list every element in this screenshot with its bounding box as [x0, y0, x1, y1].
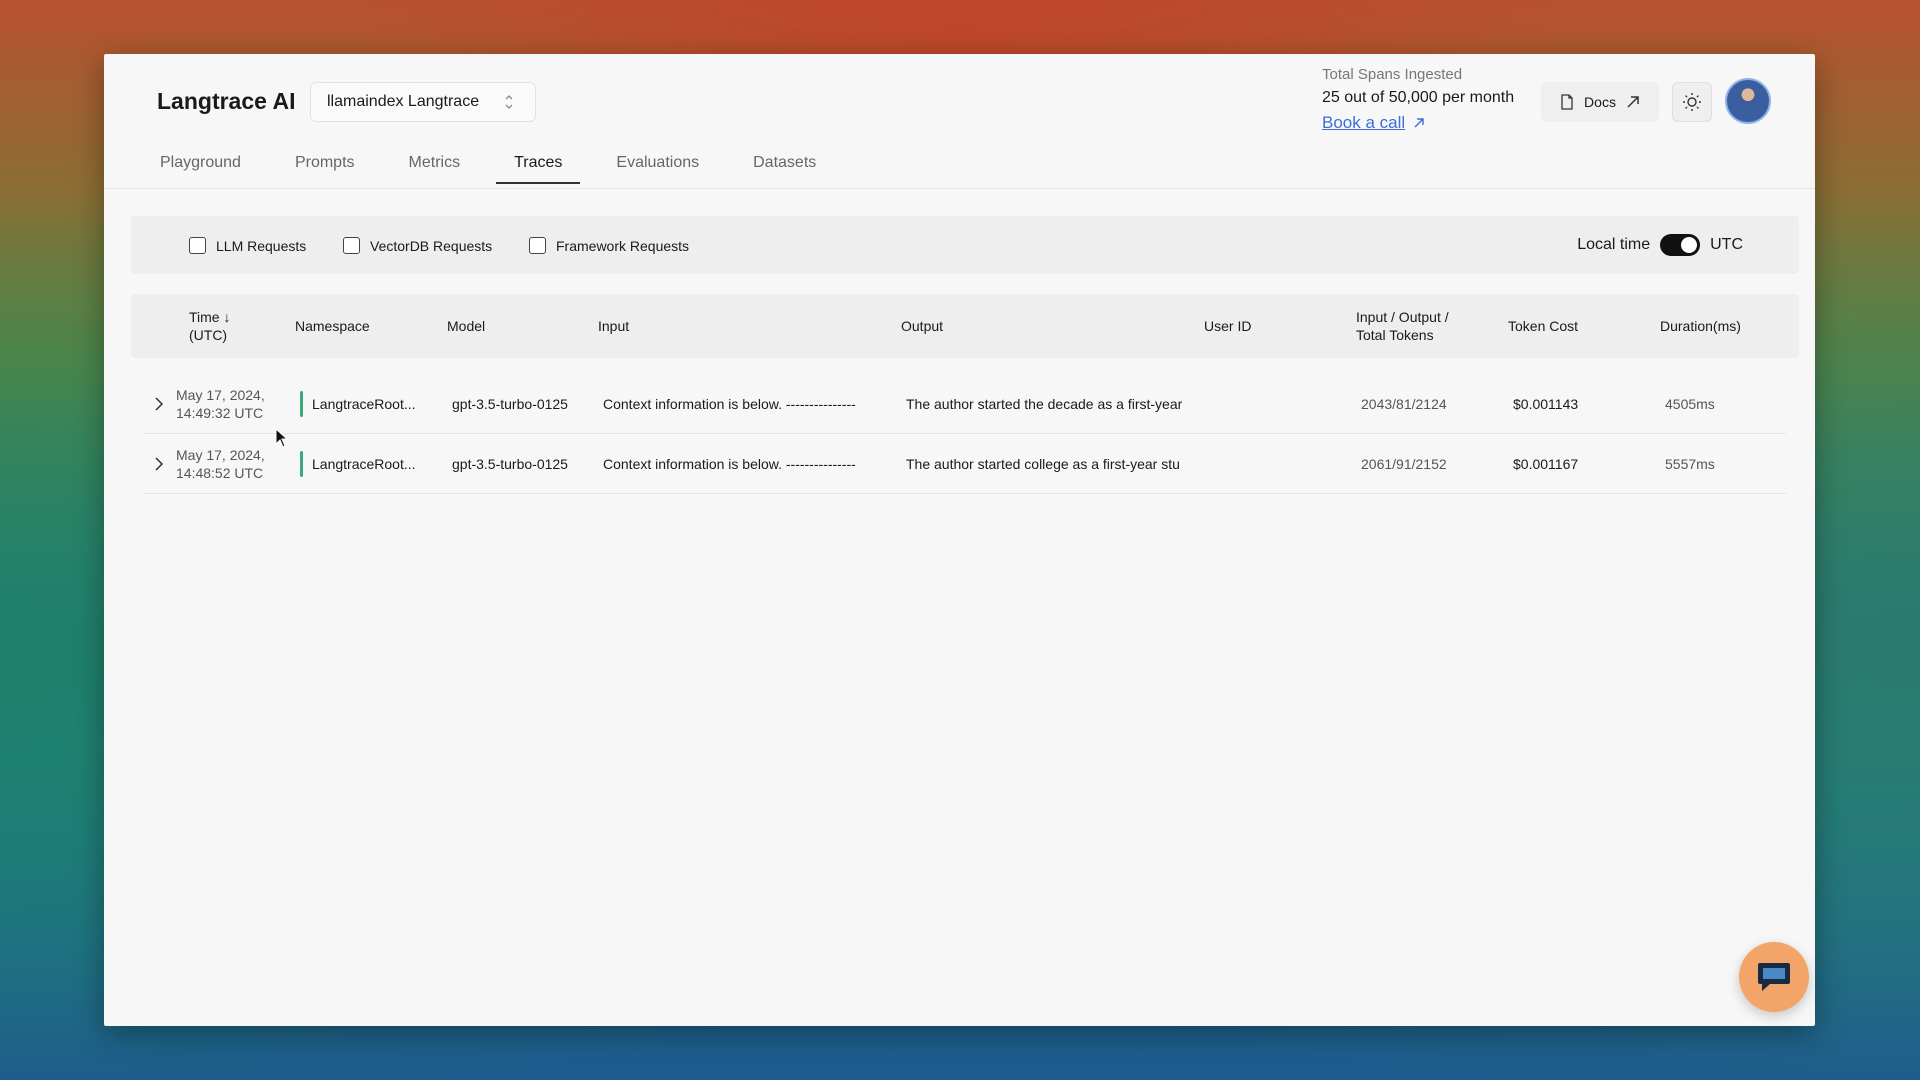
llm-requests-filter[interactable]: LLM Requests	[189, 237, 306, 254]
framework-requests-filter[interactable]: Framework Requests	[529, 237, 689, 254]
llm-requests-label: LLM Requests	[216, 237, 307, 254]
chevron-right-icon[interactable]	[154, 396, 164, 412]
user-avatar[interactable]	[1725, 78, 1771, 124]
tab-traces[interactable]: Traces	[496, 150, 581, 184]
row-model: gpt-3.5-turbo-0125	[452, 396, 568, 412]
theme-toggle-button[interactable]	[1672, 82, 1712, 122]
vectordb-requests-label: VectorDB Requests	[370, 237, 493, 254]
table-header: Time ↓ (UTC) Namespace Model Input Outpu…	[131, 294, 1799, 358]
usage-panel: Total Spans Ingested 25 out of 50,000 pe…	[1322, 66, 1514, 133]
row-model: gpt-3.5-turbo-0125	[452, 456, 568, 472]
book-call-label: Book a call	[1322, 113, 1406, 132]
vectordb-requests-filter[interactable]: VectorDB Requests	[343, 237, 492, 254]
local-time-label: Local time	[1577, 236, 1651, 253]
tab-prompts[interactable]: Prompts	[277, 150, 373, 184]
time-format-toggle: Local time UTC	[1577, 234, 1743, 256]
framework-requests-label: Framework Requests	[556, 237, 690, 254]
llm-requests-checkbox[interactable]	[189, 237, 206, 254]
namespace-color-bar	[300, 451, 303, 477]
table-row[interactable]: May 17, 2024, 14:49:32 UTC LangtraceRoot…	[144, 374, 1786, 434]
utc-label: UTC	[1710, 236, 1743, 253]
filter-bar: LLM Requests VectorDB Requests Framework…	[131, 216, 1799, 274]
table-row[interactable]: May 17, 2024, 14:48:52 UTC LangtraceRoot…	[144, 434, 1786, 494]
utc-switch[interactable]	[1660, 234, 1701, 256]
docs-button[interactable]: Docs	[1541, 82, 1659, 122]
tabs-divider	[104, 188, 1815, 189]
chevron-up-down-icon	[505, 95, 513, 109]
main-tabs: Playground Prompts Metrics Traces Evalua…	[142, 150, 852, 184]
external-arrow-icon	[1627, 96, 1639, 108]
row-tokens: 2043/81/2124	[1361, 396, 1447, 412]
project-select-value: llamaindex Langtrace	[327, 93, 480, 110]
document-icon	[1561, 94, 1573, 110]
duration-column-header: Duration(ms)	[1660, 318, 1741, 334]
usage-label: Total Spans Ingested	[1322, 66, 1463, 83]
row-token-cost: $0.001143	[1513, 396, 1579, 412]
tab-datasets[interactable]: Datasets	[735, 150, 834, 184]
chevron-right-icon[interactable]	[154, 456, 164, 472]
tokens-column-header: Input / Output / Total Tokens	[1356, 309, 1449, 343]
row-namespace: LangtraceRoot...	[300, 434, 440, 494]
row-namespace: LangtraceRoot...	[300, 374, 440, 434]
time-column-header[interactable]: Time ↓ (UTC)	[189, 294, 230, 358]
app-window: Langtrace AI llamaindex Langtrace Total …	[104, 54, 1815, 1026]
row-output: The author started college as a first-ye…	[906, 456, 1180, 472]
row-duration: 4505ms	[1665, 396, 1715, 412]
namespace-column-header: Namespace	[295, 318, 370, 334]
external-arrow-icon	[1414, 118, 1424, 128]
book-call-link[interactable]: Book a call	[1322, 113, 1425, 133]
project-select[interactable]: llamaindex Langtrace	[310, 82, 536, 122]
row-output: The author started the decade as a first…	[906, 396, 1182, 412]
row-tokens: 2061/91/2152	[1361, 456, 1447, 472]
namespace-color-bar	[300, 391, 303, 417]
output-column-header: Output	[901, 318, 944, 334]
vectordb-requests-checkbox[interactable]	[343, 237, 360, 254]
row-input: Context information is below. ----------…	[603, 456, 856, 472]
model-column-header: Model	[447, 318, 486, 334]
row-input: Context information is below. ----------…	[603, 396, 856, 412]
chat-bubble-icon	[1758, 963, 1790, 991]
row-token-cost: $0.001167	[1513, 456, 1579, 472]
row-time: May 17, 2024, 14:48:52 UTC	[176, 447, 265, 481]
tab-evaluations[interactable]: Evaluations	[598, 150, 717, 184]
docs-label: Docs	[1584, 94, 1616, 110]
usage-value: 25 out of 50,000 per month	[1322, 89, 1515, 106]
row-time: May 17, 2024, 14:49:32 UTC	[176, 387, 265, 421]
mouse-cursor-icon	[275, 428, 289, 448]
sun-icon	[1683, 93, 1701, 111]
tab-metrics[interactable]: Metrics	[391, 150, 479, 184]
framework-requests-checkbox[interactable]	[529, 237, 546, 254]
input-column-header: Input	[598, 318, 630, 334]
row-duration: 5557ms	[1665, 456, 1715, 472]
brand-logo-text: Langtrace AI	[157, 88, 296, 114]
tab-playground[interactable]: Playground	[142, 150, 259, 184]
user-id-column-header: User ID	[1204, 318, 1252, 334]
token-cost-column-header: Token Cost	[1508, 318, 1579, 334]
chat-support-button[interactable]	[1739, 942, 1809, 1012]
